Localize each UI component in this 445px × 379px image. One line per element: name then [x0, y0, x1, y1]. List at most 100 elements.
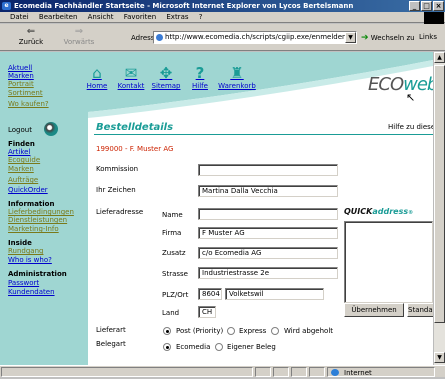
mouse-cursor-icon: ↖	[406, 91, 416, 104]
ihr-zeichen-label: Ihr Zeichen	[96, 186, 136, 194]
envelope-icon: ✉	[124, 64, 138, 82]
belegart-ecomedia-radio[interactable]	[163, 343, 171, 351]
nav-marketing-info[interactable]: Marketing-Info	[8, 225, 59, 233]
land-label: Land	[162, 309, 180, 317]
menu-ansicht[interactable]: Ansicht	[88, 13, 114, 21]
back-button[interactable]: ⇐ Zurück	[14, 26, 48, 49]
nav-wo-kaufen[interactable]: Wo kaufen?	[8, 100, 49, 108]
status-text	[1, 367, 253, 377]
standard-button[interactable]: Standard	[407, 303, 433, 317]
maximize-button[interactable]: □	[421, 1, 432, 11]
home-link[interactable]: ⌂ Home	[86, 65, 108, 91]
status-zone: Internet	[327, 367, 435, 377]
menu-bearbeiten[interactable]: Bearbeiten	[39, 13, 77, 21]
basket-icon: ♜	[230, 64, 244, 82]
scroll-up-button[interactable]: ▲	[434, 52, 445, 63]
quickaddress-logo: QUICKaddress®	[344, 207, 414, 216]
strasse-input[interactable]: Industriestrasse 2e	[198, 267, 338, 279]
warenkorb-link[interactable]: ♜ Warenkorb	[216, 64, 258, 91]
land-input[interactable]: CH	[198, 306, 216, 318]
go-arrow-icon: ➔	[361, 33, 369, 43]
plz-input[interactable]: 8604	[198, 288, 222, 300]
belegart-ecomedia-label: Ecomedia	[176, 343, 211, 351]
strasse-label: Strasse	[162, 270, 188, 278]
ort-input[interactable]: Volketswil	[225, 288, 324, 300]
nav-quickorder[interactable]: QuickOrder	[8, 186, 48, 194]
firma-input[interactable]: F Muster AG	[198, 227, 338, 239]
toolbar: ⇐ Zurück ⇒ Vorwärts Adresse http://www.e…	[0, 24, 445, 51]
status-seg-1	[255, 367, 271, 377]
kontakt-link[interactable]: ✉ Kontakt	[116, 64, 146, 91]
belegart-eigener-radio[interactable]	[215, 343, 223, 351]
quickaddress-list[interactable]	[344, 221, 433, 303]
hilfe-label: Hilfe	[192, 82, 208, 90]
nav-lieferbedingungen[interactable]: Lieferbedingungen	[8, 208, 74, 216]
belegart-eigener-label: Eigener Beleg	[227, 343, 276, 351]
lieferart-express-radio[interactable]	[227, 327, 235, 335]
scroll-down-button[interactable]: ▼	[434, 352, 445, 363]
section-inside: Inside	[8, 239, 32, 247]
scroll-thumb[interactable]	[434, 65, 445, 323]
ihr-zeichen-input[interactable]: Martina Dalla Vecchia	[198, 185, 338, 197]
window-title: Ecomedia Fachhändler Startseite - Micros…	[14, 2, 354, 10]
sitemap-icon: ✥	[159, 64, 173, 82]
nav-aktuell[interactable]: Aktuell	[8, 64, 32, 72]
vertical-scrollbar[interactable]: ▲ ▼	[433, 52, 445, 365]
nav-dienstleistungen[interactable]: Dienstleistungen	[8, 216, 67, 224]
zusatz-input[interactable]: c/o Ecomedia AG	[198, 247, 338, 259]
uebernehmen-button[interactable]: Übernehmen	[344, 303, 404, 317]
lieferart-express-label: Express	[239, 327, 267, 335]
section-information: Information	[8, 200, 55, 208]
kontakt-label: Kontakt	[117, 82, 145, 90]
close-button[interactable]: ×	[433, 1, 444, 11]
nav-sortiment[interactable]: Sortiment	[8, 89, 43, 97]
back-label: Zurück	[18, 38, 44, 46]
plzort-label: PLZ/Ort	[162, 291, 189, 299]
links-button[interactable]: Links	[419, 33, 437, 41]
address-input[interactable]: http://www.ecomedia.ch/scripts/cgiip.exe…	[153, 31, 357, 44]
hilfe-link[interactable]: ? Hilfe	[190, 65, 210, 91]
nav-kundendaten[interactable]: Kundendaten	[8, 288, 55, 296]
nav-portrait[interactable]: Portrait	[8, 80, 34, 88]
address-dropdown-button[interactable]: ▼	[345, 32, 356, 43]
go-button[interactable]: ➔ Wechseln zu	[361, 33, 415, 43]
menu-favoriten[interactable]: Favoriten	[124, 13, 156, 21]
menu-extras[interactable]: Extras	[166, 13, 188, 21]
lieferart-post-radio[interactable]	[163, 327, 171, 335]
lieferart-label: Lieferart	[96, 326, 126, 334]
status-seg-4	[309, 367, 325, 377]
page-title: Bestelldetails	[96, 122, 174, 133]
home-label: Home	[86, 82, 108, 90]
sitemap-link[interactable]: ✥ Sitemap	[150, 64, 182, 91]
globe-icon	[331, 369, 339, 376]
name-input[interactable]	[198, 208, 338, 220]
warenkorb-label: Warenkorb	[218, 82, 256, 90]
nav-who-is-who[interactable]: Who is who?	[8, 256, 52, 264]
menu-help[interactable]: ?	[199, 13, 203, 21]
logout-link[interactable]: Logout	[8, 126, 32, 134]
menu-datei[interactable]: Datei	[10, 13, 29, 21]
minimize-button[interactable]: _	[409, 1, 420, 11]
forward-arrow-icon: ⇒	[74, 26, 84, 37]
nav-marken[interactable]: Marken	[8, 72, 34, 80]
nav-marken-2[interactable]: Marken	[8, 165, 34, 173]
forward-button[interactable]: ⇒ Vorwärts	[62, 26, 96, 49]
help-link[interactable]: Hilfe zu dieser	[388, 123, 433, 131]
window-title-bar: e Ecomedia Fachhändler Startseite - Micr…	[0, 0, 445, 12]
title-divider	[94, 134, 433, 135]
forward-label: Vorwärts	[63, 38, 95, 46]
status-seg-3	[291, 367, 307, 377]
nav-auftraege[interactable]: Aufträge	[8, 176, 38, 184]
status-seg-2	[273, 367, 289, 377]
nav-ecoguide[interactable]: Ecoguide	[8, 156, 40, 164]
ie-icon: e	[2, 2, 11, 10]
nav-artikel[interactable]: Artikel	[8, 148, 30, 156]
name-label: Name	[162, 211, 183, 219]
ecoweb-logo: ECOweb	[368, 74, 433, 95]
status-bar: Internet	[0, 365, 445, 377]
nav-rundgang[interactable]: Rundgang	[8, 247, 43, 255]
lieferart-abgeholt-radio[interactable]	[271, 327, 279, 335]
section-administration: Administration	[8, 270, 67, 278]
nav-passwort[interactable]: Passwort	[8, 279, 39, 287]
kommission-input[interactable]	[198, 164, 338, 176]
